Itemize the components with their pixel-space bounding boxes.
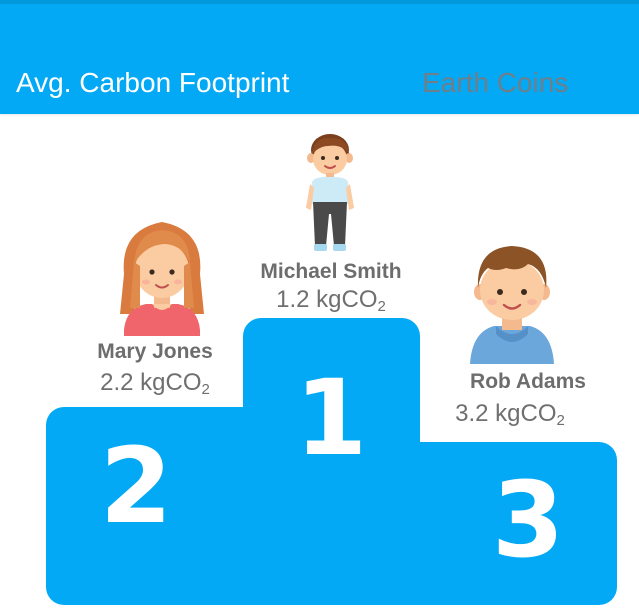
boy-avatar-icon	[470, 246, 554, 364]
rank-number-third: 3	[491, 459, 565, 581]
rank-number-first: 1	[294, 357, 368, 479]
second-place-value: 2.2 kgCO2	[100, 369, 210, 398]
app-bar: Avg. Carbon Footprint Earth Coins	[0, 0, 639, 114]
first-place-value: 1.2 kgCO2	[276, 286, 386, 315]
third-place-name: Rob Adams	[470, 370, 586, 393]
second-place-name: Mary Jones	[97, 340, 213, 363]
girl-avatar-icon	[120, 222, 204, 336]
rank-number-second: 2	[99, 425, 173, 547]
third-place-value: 3.2 kgCO2	[455, 400, 565, 429]
status-bar	[0, 0, 639, 4]
leaderboard-screen: Avg. Carbon Footprint Earth Coins 1 2 3	[0, 0, 639, 612]
tab-avg-carbon-footprint[interactable]: Avg. Carbon Footprint	[16, 66, 289, 100]
boy-full-body-avatar-icon	[306, 134, 354, 251]
tab-earth-coins[interactable]: Earth Coins	[422, 66, 568, 100]
first-place-name: Michael Smith	[260, 260, 402, 283]
